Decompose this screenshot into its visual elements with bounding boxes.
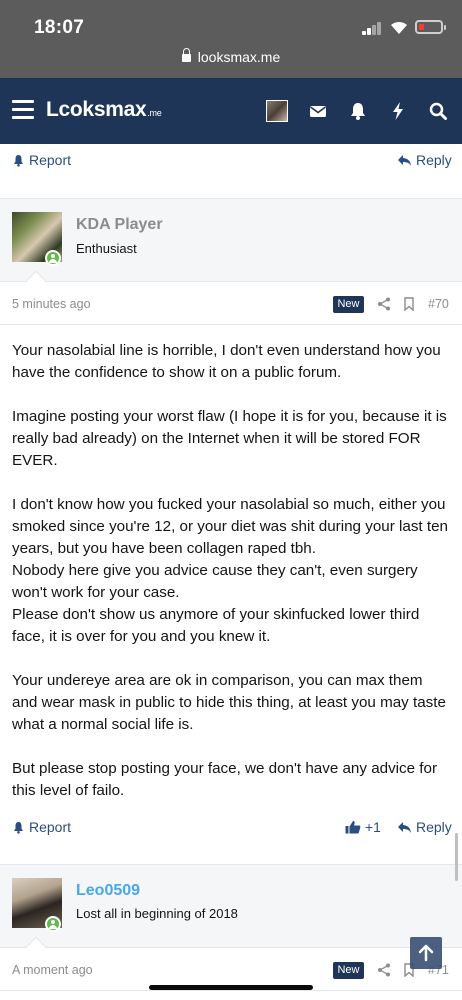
wifi-icon: [391, 21, 407, 34]
like-count: +1: [365, 819, 381, 835]
post-paragraph: Nobody here give you advice cause they c…: [12, 562, 418, 601]
username-link[interactable]: KDA Player: [76, 216, 163, 234]
user-title: Enthusiast: [76, 241, 137, 256]
reply-icon: [398, 154, 411, 166]
new-badge: New: [333, 296, 364, 313]
home-indicator: [149, 985, 313, 990]
reply-icon: [398, 821, 411, 833]
post-paragraph: Your nasolabial line is horrible, I don'…: [12, 342, 441, 381]
address-bar[interactable]: looksmax.me: [0, 48, 462, 65]
online-status-icon: [45, 250, 61, 266]
search-icon[interactable]: [427, 100, 449, 122]
post-body: Your nasolabial line is horrible, I don'…: [12, 340, 452, 802]
bell-icon[interactable]: [347, 100, 369, 122]
share-icon[interactable]: [377, 297, 391, 311]
share-icon[interactable]: [377, 963, 391, 977]
reply-button[interactable]: Reply: [397, 152, 452, 168]
username-link[interactable]: Leo0509: [76, 882, 140, 900]
status-bar: 18:07 looksmax.me: [0, 0, 462, 78]
report-button[interactable]: Report: [12, 152, 71, 168]
user-header-pointer: [24, 270, 48, 294]
reply-label: Reply: [416, 819, 452, 835]
bookmark-icon[interactable]: [402, 297, 416, 311]
user-header-pointer: [24, 936, 48, 960]
post-paragraph: Imagine posting your worst flaw (I hope …: [12, 408, 447, 469]
reply-label: Reply: [416, 152, 452, 168]
post-paragraph: I don't know how you fucked your nasolab…: [12, 496, 448, 557]
report-label: Report: [29, 152, 72, 168]
logo-text: Lcoksmax: [46, 98, 147, 121]
account-avatar[interactable]: [266, 100, 288, 122]
report-button[interactable]: Report: [12, 819, 71, 835]
reply-button[interactable]: Reply: [397, 819, 452, 835]
meta-divider: [0, 324, 462, 325]
thumbs-up-icon: [345, 821, 361, 834]
site-logo[interactable]: Lcoksmax.me: [46, 98, 162, 122]
bolt-icon[interactable]: [387, 100, 409, 122]
post-user-header: Leo0509 Lost all in beginning of 2018: [0, 864, 462, 960]
post-time[interactable]: A moment ago: [12, 963, 93, 977]
online-status-icon: [45, 916, 61, 932]
cellular-signal-icon: [362, 22, 382, 35]
logo-suffix: .me: [147, 108, 162, 118]
url-text: looksmax.me: [197, 49, 281, 65]
post-number-link[interactable]: #70: [428, 297, 449, 311]
report-label: Report: [29, 819, 72, 835]
battery-icon: [415, 20, 446, 34]
status-time: 18:07: [34, 17, 85, 38]
post-time[interactable]: 5 minutes ago: [12, 297, 91, 311]
site-navbar: Lcoksmax.me: [0, 78, 462, 144]
user-title: Lost all in beginning of 2018: [76, 906, 238, 921]
menu-icon[interactable]: [12, 100, 34, 120]
lock-icon: [181, 48, 191, 62]
post-paragraph: Your undereye area are ok in comparison,…: [12, 672, 446, 733]
bell-icon: [14, 154, 23, 167]
post-user-header: KDA Player Enthusiast: [0, 198, 462, 294]
arrow-up-icon: [418, 944, 434, 962]
bell-icon: [14, 821, 23, 834]
meta-divider: [0, 990, 462, 991]
new-badge: New: [333, 962, 364, 979]
post-paragraph: Please don't show us anymore of your ski…: [12, 606, 420, 645]
scroll-to-top-button[interactable]: [410, 937, 442, 969]
page-scrollbar[interactable]: [455, 833, 458, 881]
mail-icon[interactable]: [307, 100, 329, 122]
like-button[interactable]: +1: [345, 819, 381, 835]
post-paragraph: But please stop posting your face, we do…: [12, 760, 438, 799]
